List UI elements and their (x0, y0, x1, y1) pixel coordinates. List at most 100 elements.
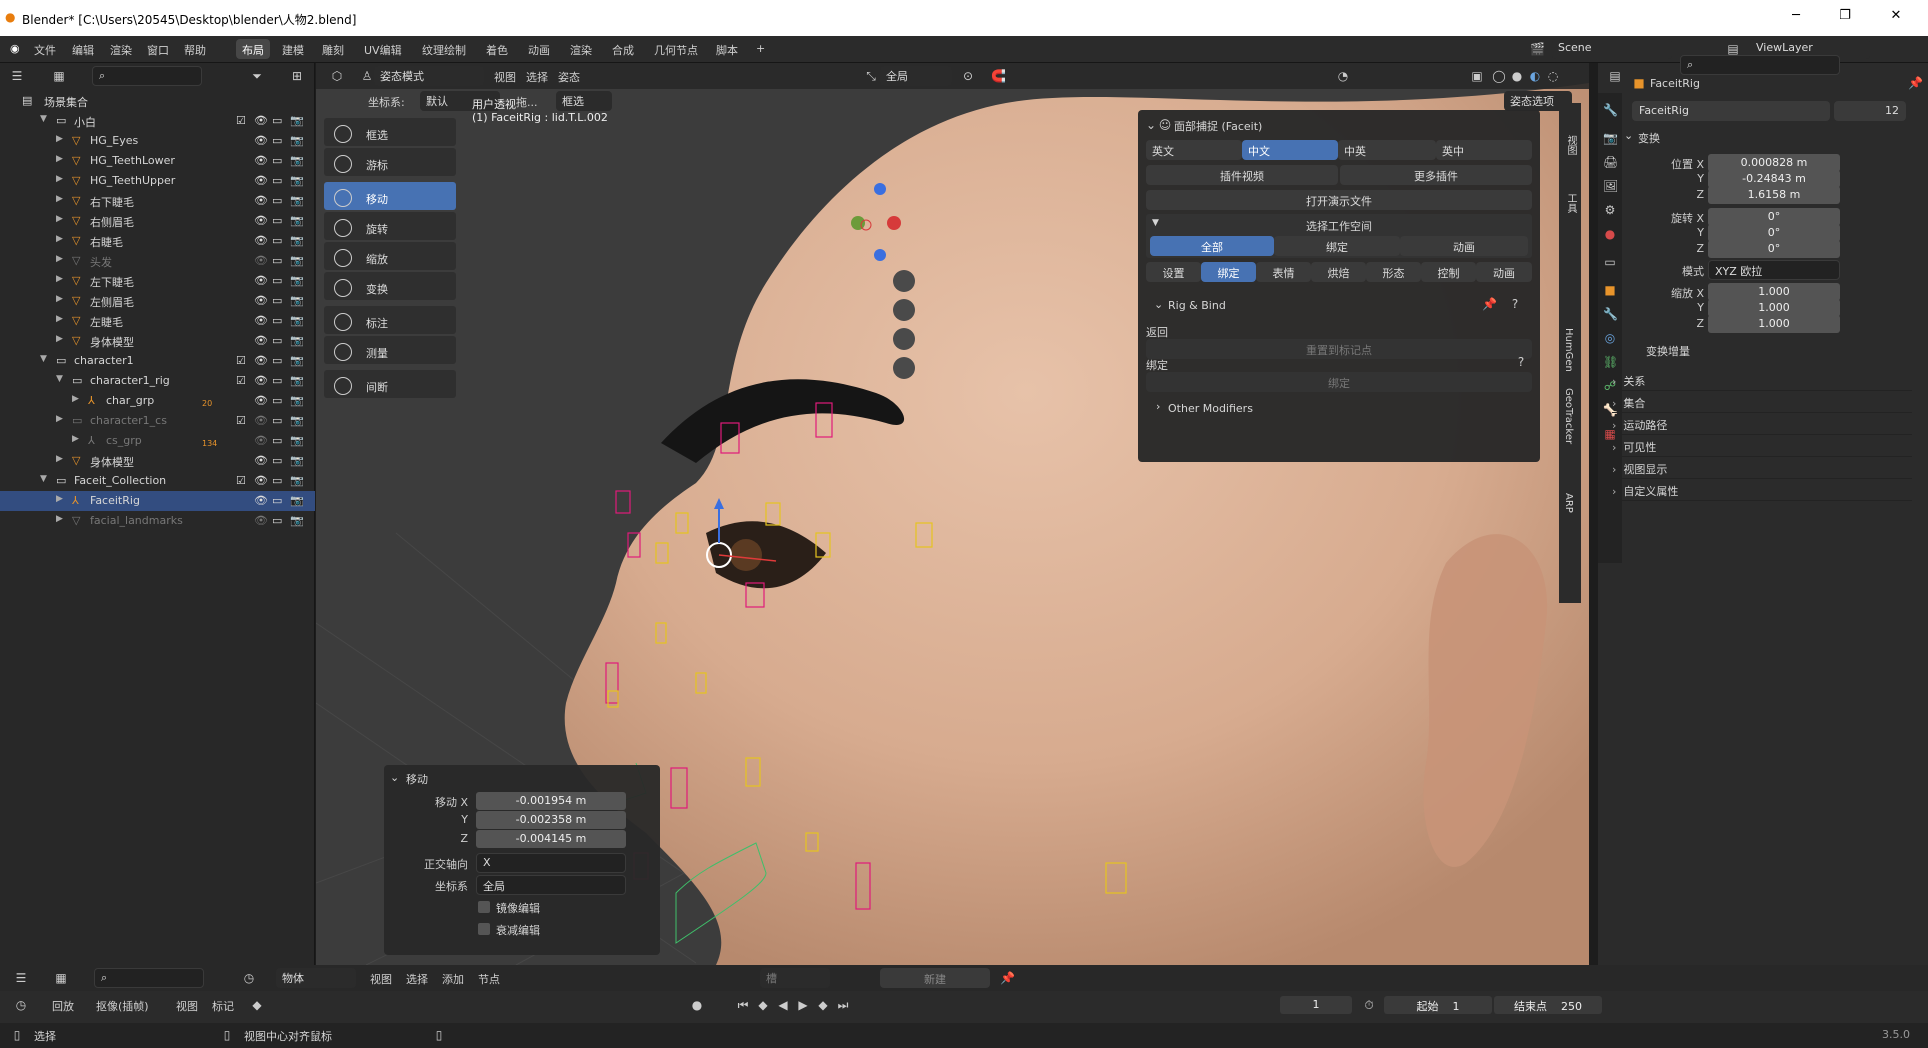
outliner-row[interactable]: ▶ ▽ 身体模型 👁 ▭ 📷 (0, 331, 315, 351)
workspace-tab-anim[interactable]: 动画 (1400, 236, 1528, 256)
node-menu-add[interactable]: 添加 (442, 971, 464, 987)
sidebar-tab-geotracker[interactable]: GeoTracker (1563, 388, 1574, 444)
outliner-row[interactable]: ▶ ▽ 左侧眉毛 👁 ▭ 📷 (0, 291, 315, 311)
menu-edit[interactable]: 编辑 (72, 42, 94, 58)
workspace-tab-compositing[interactable]: 合成 (606, 39, 640, 59)
play-icon[interactable]: ▶ (796, 998, 810, 1012)
open-demo-button[interactable]: 打开演示文件 (1146, 190, 1532, 210)
expand-right-icon[interactable]: ▶ (56, 214, 63, 224)
scene-tab-icon[interactable]: ⚙ (1603, 203, 1617, 217)
visibility-eye-icon[interactable]: 👁 (254, 514, 268, 527)
viewport-display-icon[interactable]: ▭ (272, 394, 282, 407)
viewport-display-icon[interactable]: ▭ (272, 174, 282, 187)
current-frame-field[interactable]: 1 (1280, 996, 1352, 1014)
viewport-display-icon[interactable]: ▭ (272, 154, 282, 167)
render-camera-icon[interactable]: 📷 (290, 174, 304, 187)
measure-tool[interactable]: 测量 (324, 336, 456, 364)
editor-type-icon[interactable]: ☰ (10, 69, 24, 83)
outliner-row[interactable]: ▼ ▭ Faceit_Collection ☑ 👁 ▭ 📷 (0, 471, 315, 491)
mode-selector[interactable]: 姿态模式 (374, 66, 484, 86)
menu-file[interactable]: 文件 (34, 42, 56, 58)
scene-selector[interactable]: Scene (1552, 39, 1672, 59)
viewport-display-icon[interactable]: ▭ (272, 234, 282, 247)
render-camera-icon[interactable]: 📷 (290, 414, 304, 427)
outliner-item-label[interactable]: cs_grp (106, 434, 142, 447)
outliner-row[interactable]: ▼ ▭ 小白 ☑ 👁 ▭ 📷 (0, 111, 315, 131)
display-mode-icon[interactable]: ▦ (54, 971, 68, 985)
keying-menu[interactable]: 抠像(插帧) (96, 998, 149, 1014)
outliner-row[interactable]: ▶ ▭ character1_cs ☑ 👁 ▭ 📷 (0, 411, 315, 431)
sub-tab-anim[interactable]: 动画 (1476, 262, 1532, 282)
visibility-eye-icon[interactable]: 👁 (254, 434, 268, 447)
render-camera-icon[interactable]: 📷 (290, 374, 304, 387)
include-checkbox-icon[interactable]: ☑ (236, 414, 246, 427)
sidebar-tab-arp[interactable]: ARP (1563, 493, 1574, 513)
expand-right-icon[interactable]: ▶ (56, 314, 63, 324)
minimize-icon[interactable]: ─ (1786, 8, 1806, 23)
expand-right-icon[interactable]: ▶ (56, 174, 63, 184)
move-x-field[interactable]: -0.001954 m (476, 792, 626, 810)
outliner-item-label[interactable]: 左睫毛 (90, 314, 123, 330)
move-z-field[interactable]: -0.004145 m (476, 830, 626, 848)
snap-icon[interactable]: 🧲 (991, 69, 1006, 83)
workspace-tab-sculpt[interactable]: 雕刻 (316, 39, 350, 59)
render-camera-icon[interactable]: 📷 (290, 354, 304, 367)
pin-icon[interactable]: 📌 (1000, 971, 1015, 985)
properties-search-input[interactable]: ⌕ (1680, 55, 1840, 75)
marker-menu[interactable]: 标记 (212, 998, 234, 1014)
workspace-tab-layout[interactable]: 布局 (236, 39, 270, 59)
viewport-display-icon[interactable]: ▭ (272, 294, 282, 307)
world-tab-icon[interactable]: ● (1603, 227, 1617, 241)
visibility-eye-icon[interactable]: 👁 (254, 114, 268, 127)
annotate-tool[interactable]: 标注 (324, 306, 456, 334)
visibility-eye-icon[interactable]: 👁 (254, 174, 268, 187)
move-tool[interactable]: 移动 (324, 182, 456, 210)
expand-right-icon[interactable]: ▶ (56, 294, 63, 304)
render-camera-icon[interactable]: 📷 (290, 234, 304, 247)
editor-type-icon[interactable]: ▤ (1608, 69, 1622, 83)
menu-window[interactable]: 窗口 (147, 42, 169, 58)
render-camera-icon[interactable]: 📷 (290, 434, 304, 447)
outliner-item-label[interactable]: Faceit_Collection (74, 474, 166, 487)
transform-orientation-icon[interactable]: ⤡ (864, 69, 878, 83)
visibility-eye-icon[interactable]: 👁 (254, 214, 268, 227)
node-menu-node[interactable]: 节点 (478, 971, 500, 987)
properties-section[interactable]: › 运动路径 (1612, 413, 1912, 435)
visibility-eye-icon[interactable]: 👁 (254, 154, 268, 167)
outliner-row[interactable]: ▶ ⅄ cs_grp 134 👁 ▭ 📷 (0, 431, 315, 451)
workspace-tab-rig[interactable]: 绑定 (1274, 236, 1400, 256)
expand-down-icon[interactable]: ▼ (40, 114, 47, 124)
visibility-eye-icon[interactable]: 👁 (254, 354, 268, 367)
node-menu-view[interactable]: 视图 (370, 971, 392, 987)
render-camera-icon[interactable]: 📷 (290, 474, 304, 487)
outliner-scene-collection[interactable]: ▤ 场景集合 (0, 91, 315, 111)
outliner-row[interactable]: ▶ ▽ HG_TeethLower 👁 ▭ 📷 (0, 151, 315, 171)
viewport-display-icon[interactable]: ▭ (272, 474, 282, 487)
sub-tab-control[interactable]: 控制 (1421, 262, 1476, 282)
viewport-display-icon[interactable]: ▭ (272, 254, 282, 267)
outliner-item-label[interactable]: HG_Eyes (90, 134, 138, 147)
physics-tab-icon[interactable]: ◎ (1603, 331, 1617, 345)
playback-menu[interactable]: 回放 (52, 998, 74, 1014)
help-icon[interactable]: ? (1508, 297, 1522, 311)
jump-end-icon[interactable]: ⏭ (836, 998, 850, 1012)
xray-icon[interactable]: ▣ (1470, 69, 1484, 83)
add-workspace-icon[interactable]: + (750, 39, 771, 59)
editor-type-icon[interactable]: ⬡ (330, 69, 344, 83)
outliner-row[interactable]: ▶ ▽ 右睫毛 👁 ▭ 📷 (0, 231, 315, 251)
viewport-display-icon[interactable]: ▭ (272, 414, 282, 427)
workspace-tab-geometry-nodes[interactable]: 几何节点 (648, 39, 704, 59)
pin-icon[interactable]: 📌 (1482, 297, 1497, 311)
outliner-item-label[interactable]: character1_rig (90, 374, 170, 387)
sub-tab-expressions[interactable]: 表情 (1256, 262, 1311, 282)
play-reverse-icon[interactable]: ◀ (776, 998, 790, 1012)
scale-z-field[interactable]: 1.000 (1708, 315, 1840, 333)
shader-type-icon[interactable]: ◷ (242, 971, 256, 985)
expand-right-icon[interactable]: ▶ (56, 514, 63, 524)
delta-transform-header[interactable]: 变换增量 (1646, 343, 1690, 359)
expand-right-icon[interactable]: ▶ (56, 134, 63, 144)
render-camera-icon[interactable]: 📷 (290, 314, 304, 327)
render-camera-icon[interactable]: 📷 (290, 394, 304, 407)
scale-tool[interactable]: 缩放 (324, 242, 456, 270)
bottom-search-input[interactable]: ⌕ (94, 968, 204, 988)
